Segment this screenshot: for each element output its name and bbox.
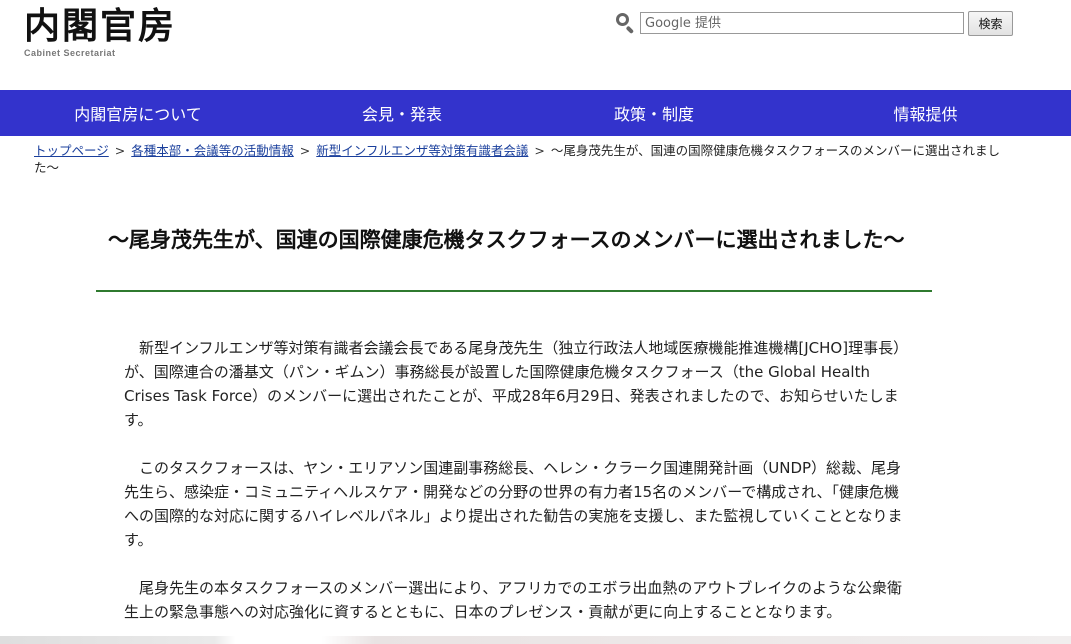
- breadcrumb-link-activities[interactable]: 各種本部・会議等の活動情報: [131, 143, 294, 158]
- breadcrumb-separator: >: [299, 143, 311, 158]
- breadcrumb-separator: >: [534, 143, 545, 158]
- logo-main-text: 内閣官房: [24, 5, 177, 47]
- search-icon: [614, 12, 636, 35]
- logo-sub-text: Cabinet Secretariat: [24, 48, 116, 58]
- site-header: 内閣官房 Cabinet Secretariat 検索: [0, 0, 1071, 90]
- site-logo[interactable]: 内閣官房 Cabinet Secretariat: [24, 6, 176, 58]
- breadcrumb-link-top[interactable]: トップページ: [34, 143, 109, 158]
- nav-item-info[interactable]: 情報提供: [780, 90, 1071, 136]
- article-body: 新型インフルエンザ等対策有識者会議会長である尾身茂先生（独立行政法人地域医療機能…: [124, 336, 908, 644]
- nav-item-about[interactable]: 内閣官房について: [0, 90, 276, 136]
- article-paragraph: このタスクフォースは、ヤン・エリアソン国連副事務総長、ヘレン・クラーク国連開発計…: [124, 459, 903, 549]
- article-paragraph: 尾身先生の本タスクフォースのメンバー選出により、アフリカでのエボラ出血熱のアウト…: [124, 579, 903, 621]
- search-button[interactable]: 検索: [968, 10, 1013, 36]
- breadcrumb-link-influenza-council[interactable]: 新型インフルエンザ等対策有識者会議: [316, 143, 528, 158]
- nav-item-policy[interactable]: 政策・制度: [528, 90, 780, 136]
- search-input[interactable]: [640, 12, 964, 34]
- page-title: ～尾身茂先生が、国連の国際健康危機タスクフォースのメンバーに選出されました～: [108, 228, 905, 252]
- article-paragraph: 新型インフルエンザ等対策有識者会議会長である尾身茂先生（独立行政法人地域医療機能…: [124, 339, 901, 429]
- breadcrumb-separator: >: [114, 143, 126, 158]
- global-nav: 内閣官房について 会見・発表 政策・制度 情報提供: [0, 90, 1071, 136]
- article-title-box: ～尾身茂先生が、国連の国際健康危機タスクフォースのメンバーに選出されました～: [96, 222, 932, 292]
- bottom-image-strip: [0, 636, 1071, 644]
- nav-item-press[interactable]: 会見・発表: [276, 90, 528, 136]
- breadcrumb: トップページ > 各種本部・会議等の活動情報 > 新型インフルエンザ等対策有識者会議 > ～…: [34, 142, 1000, 176]
- site-search: 検索: [614, 10, 1013, 36]
